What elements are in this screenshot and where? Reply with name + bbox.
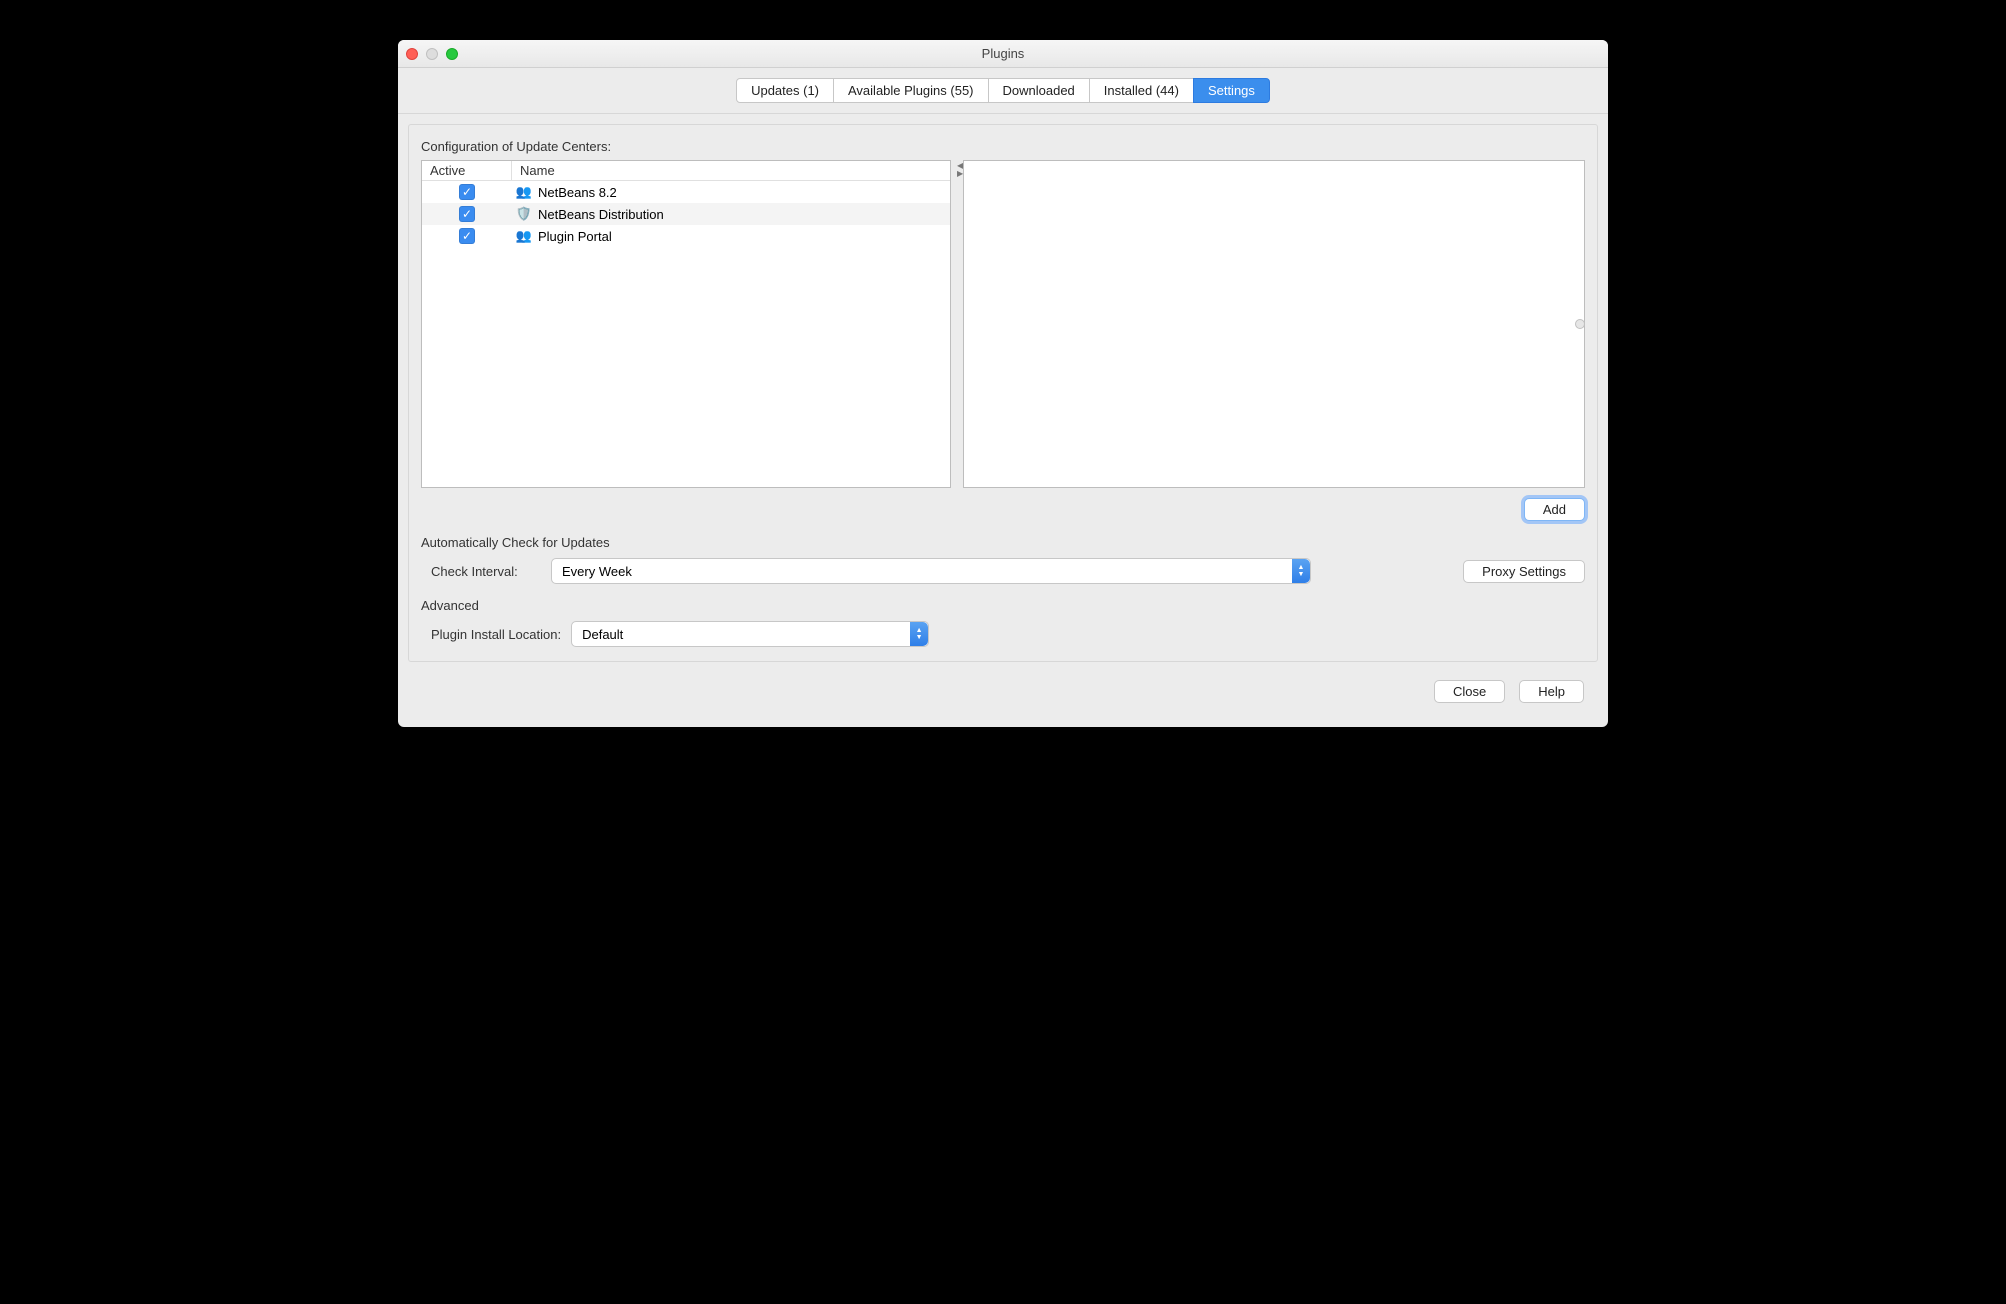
update-centers-label: Configuration of Update Centers: bbox=[421, 139, 1585, 154]
proxy-settings-button[interactable]: Proxy Settings bbox=[1463, 560, 1585, 583]
chevron-updown-icon: ▲▼ bbox=[1292, 559, 1310, 583]
help-button[interactable]: Help bbox=[1519, 680, 1584, 703]
update-centers-table[interactable]: Active Name ✓ 👥 NetBeans 8.2 bbox=[421, 160, 951, 488]
install-location-select[interactable]: Default ▲▼ bbox=[571, 621, 929, 647]
install-location-value: Default bbox=[582, 627, 623, 642]
box-icon: 🛡️ bbox=[516, 206, 532, 222]
table-header: Active Name bbox=[422, 161, 950, 181]
plugins-dialog: Plugins Updates (1) Available Plugins (5… bbox=[398, 40, 1608, 727]
column-name[interactable]: Name bbox=[512, 161, 950, 180]
tab-settings[interactable]: Settings bbox=[1193, 78, 1270, 103]
dialog-footer: Close Help bbox=[408, 662, 1598, 717]
active-checkbox[interactable]: ✓ bbox=[459, 206, 475, 222]
add-button[interactable]: Add bbox=[1524, 498, 1585, 521]
settings-panel: Configuration of Update Centers: Active … bbox=[408, 124, 1598, 662]
people-icon: 👥 bbox=[516, 228, 532, 244]
close-button[interactable]: Close bbox=[1434, 680, 1505, 703]
advanced-label: Advanced bbox=[421, 598, 1585, 613]
people-icon: 👥 bbox=[516, 184, 532, 200]
window-title: Plugins bbox=[398, 46, 1608, 61]
auto-check-label: Automatically Check for Updates bbox=[421, 535, 1585, 550]
details-panel bbox=[963, 160, 1585, 488]
check-interval-label: Check Interval: bbox=[421, 564, 541, 579]
center-name: NetBeans 8.2 bbox=[538, 185, 617, 200]
center-name: NetBeans Distribution bbox=[538, 207, 664, 222]
scroll-indicator bbox=[1575, 319, 1585, 329]
table-row[interactable]: ✓ 👥 NetBeans 8.2 bbox=[422, 181, 950, 203]
active-checkbox[interactable]: ✓ bbox=[459, 228, 475, 244]
table-row[interactable]: ✓ 🛡️ NetBeans Distribution bbox=[422, 203, 950, 225]
check-interval-value: Every Week bbox=[562, 564, 632, 579]
tab-installed[interactable]: Installed (44) bbox=[1089, 78, 1194, 103]
column-active[interactable]: Active bbox=[422, 161, 512, 180]
titlebar: Plugins bbox=[398, 40, 1608, 68]
table-row[interactable]: ✓ 👥 Plugin Portal bbox=[422, 225, 950, 247]
chevron-updown-icon: ▲▼ bbox=[910, 622, 928, 646]
check-interval-select[interactable]: Every Week ▲▼ bbox=[551, 558, 1311, 584]
tab-updates[interactable]: Updates (1) bbox=[736, 78, 834, 103]
tab-bar: Updates (1) Available Plugins (55) Downl… bbox=[398, 68, 1608, 114]
active-checkbox[interactable]: ✓ bbox=[459, 184, 475, 200]
center-name: Plugin Portal bbox=[538, 229, 612, 244]
tab-available[interactable]: Available Plugins (55) bbox=[833, 78, 989, 103]
tab-downloaded[interactable]: Downloaded bbox=[988, 78, 1090, 103]
install-location-label: Plugin Install Location: bbox=[421, 627, 561, 642]
